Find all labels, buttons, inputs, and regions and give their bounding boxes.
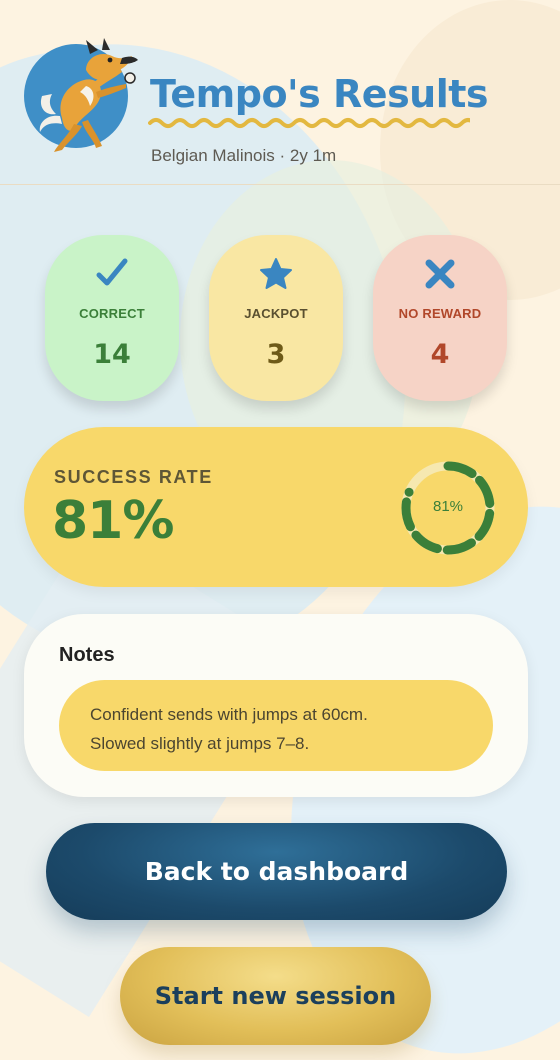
back-to-dashboard-button[interactable]: Back to dashboard: [46, 823, 507, 920]
correct-stat-card: CORRECT 14: [45, 235, 179, 401]
title-underline-squiggle: [148, 118, 470, 128]
dog-subtitle: Belgian Malinois · 2y 1m: [151, 146, 337, 165]
no-reward-stat-card: NO REWARD 4: [373, 235, 507, 401]
page-title: Tempo's Results: [150, 72, 489, 116]
correct-label: CORRECT: [79, 306, 145, 321]
star-icon: [260, 258, 292, 289]
notes-card: Notes Confident sends with jumps at 60cm…: [24, 614, 528, 797]
start-new-session-button[interactable]: Start new session: [120, 947, 431, 1045]
results-screen: Tempo's Results Belgian Malinois · 2y 1m…: [0, 0, 560, 1060]
header: Tempo's Results Belgian Malinois · 2y 1m: [0, 0, 560, 185]
success-rate-card: SUCCESS RATE 81% 81%: [24, 427, 528, 587]
jackpot-stat-card: JACKPOT 3: [209, 235, 343, 401]
success-rate-value: 81%: [52, 491, 174, 551]
no-reward-count: 4: [430, 339, 450, 370]
no-reward-label: NO REWARD: [398, 306, 482, 321]
correct-count: 14: [93, 339, 131, 370]
x-icon: [425, 259, 455, 289]
notes-body: Confident sends with jumps at 60cm. Slow…: [59, 680, 493, 771]
dog-avatar-icon: [24, 38, 138, 152]
notes-heading: Notes: [59, 644, 115, 666]
jackpot-count: 3: [266, 339, 286, 370]
notes-line-1: Confident sends with jumps at 60cm.: [90, 705, 368, 724]
success-rate-label: SUCCESS RATE: [54, 467, 213, 487]
notes-line-2: Slowed slightly at jumps 7–8.: [90, 734, 310, 753]
jackpot-label: JACKPOT: [244, 306, 308, 321]
checkmark-icon: [96, 258, 128, 286]
success-rate-ring-label: 81%: [432, 498, 464, 515]
